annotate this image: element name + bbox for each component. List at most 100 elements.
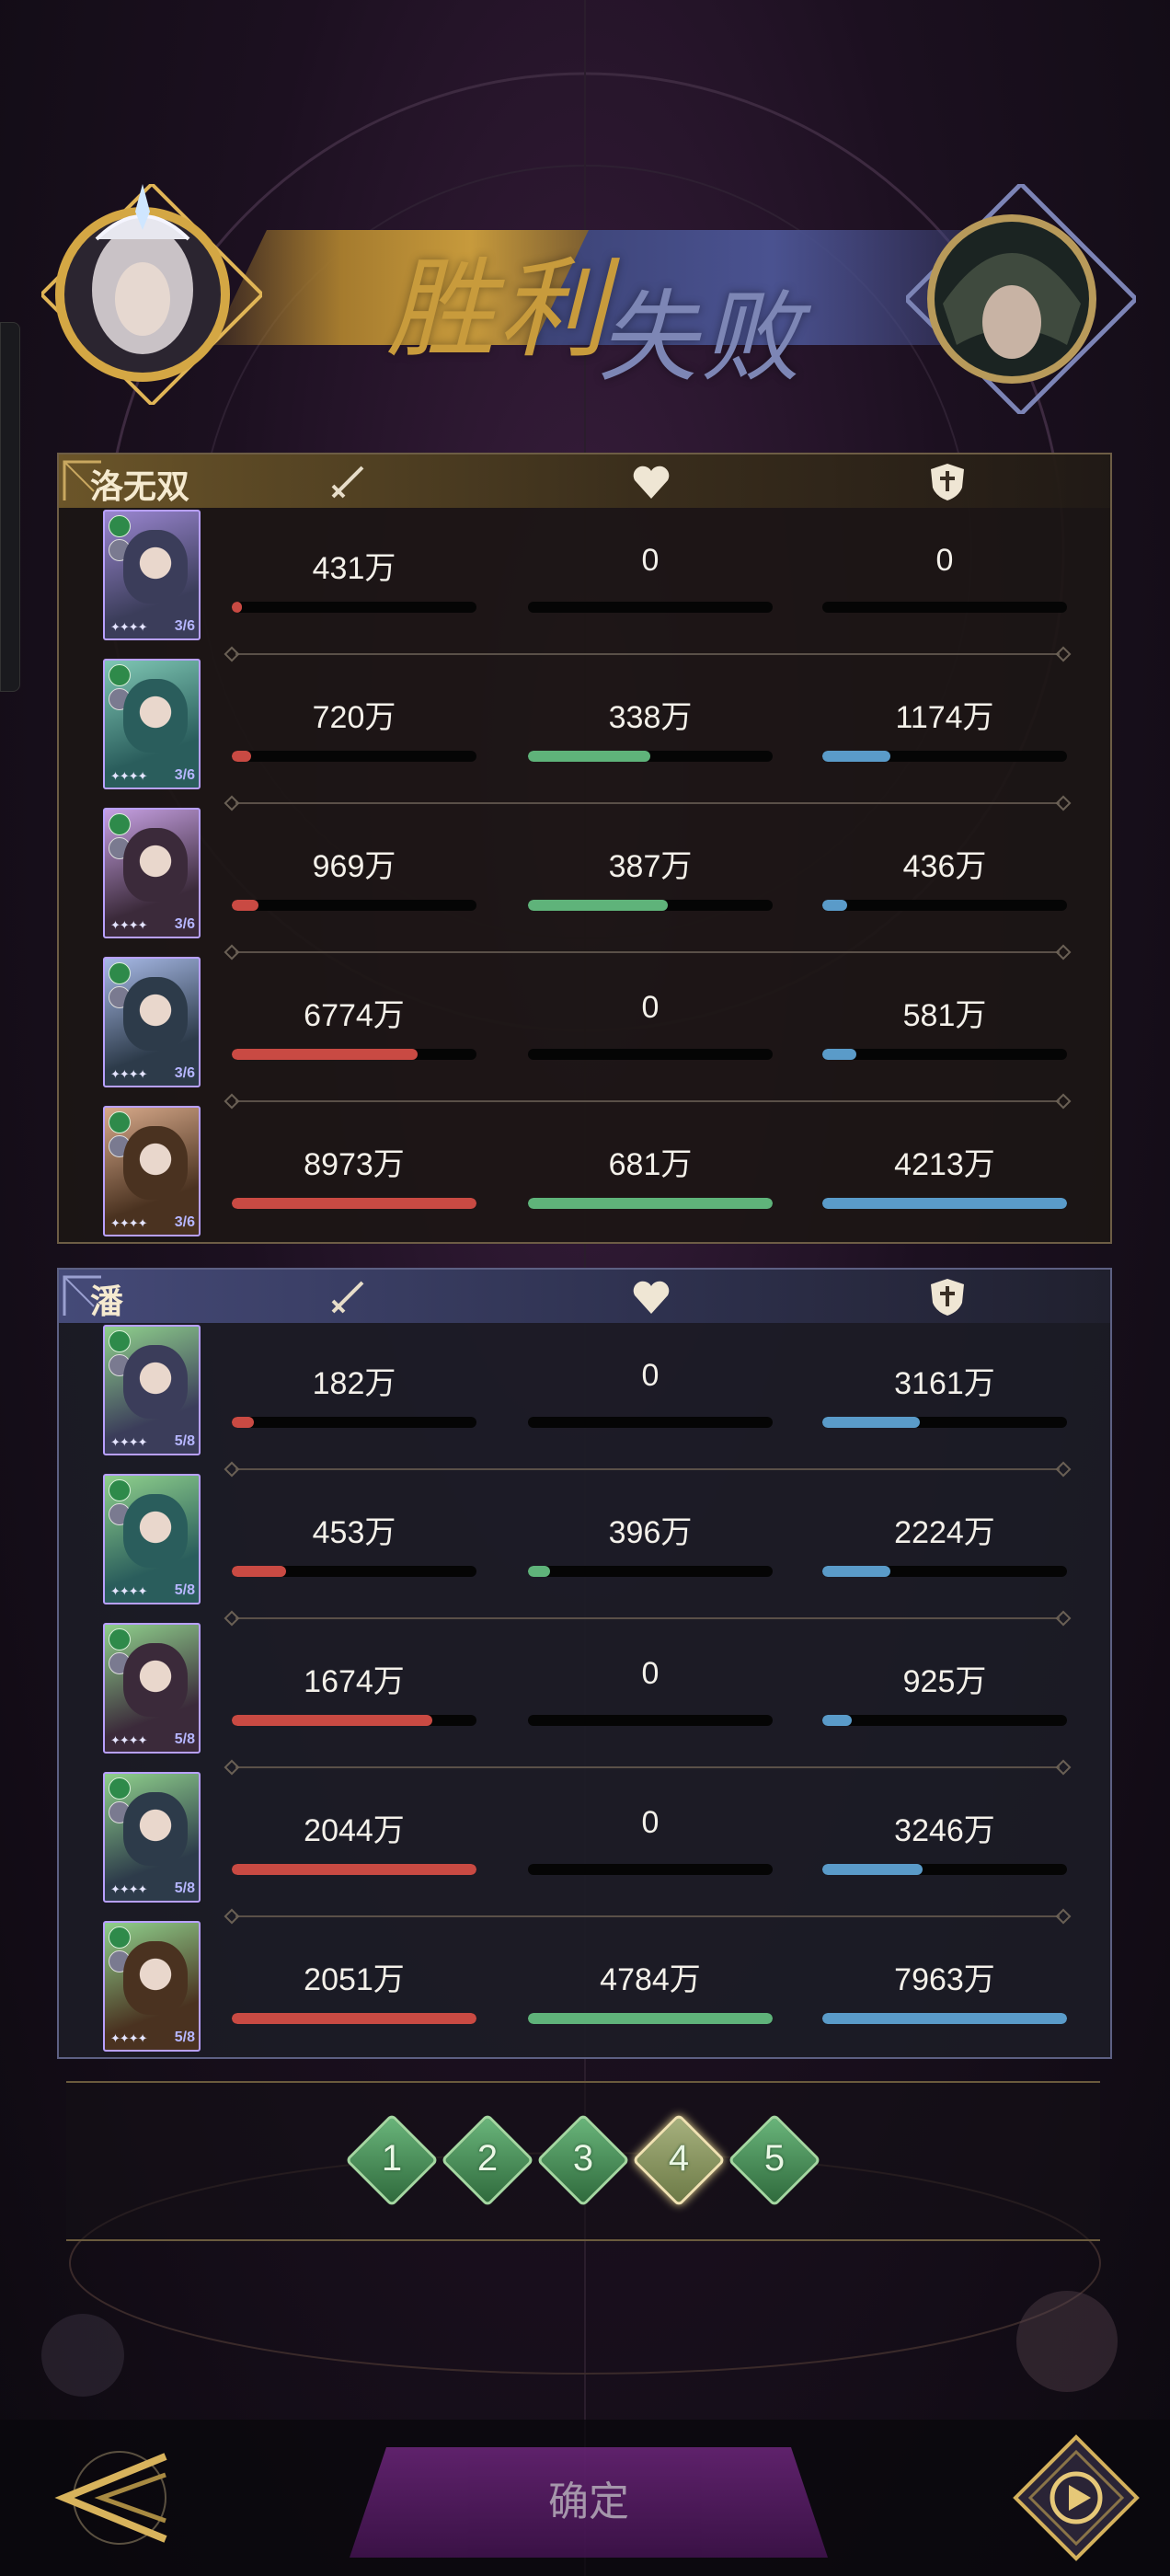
row-divider	[235, 1468, 1060, 1470]
hero-card[interactable]: ✦✦✦✦ 5/8	[103, 1325, 201, 1455]
element-icon	[109, 1926, 131, 1949]
heal-value: 0	[641, 543, 660, 578]
hero-card[interactable]: ✦✦✦✦ 3/6	[103, 659, 201, 789]
hero-card[interactable]: ✦✦✦✦ 3/6	[103, 808, 201, 938]
hero-stat-row[interactable]: ✦✦✦✦ 5/8 1674万 0 925万	[59, 1623, 1110, 1772]
tank-bar-fill	[822, 1049, 857, 1060]
damage-bar	[232, 1417, 476, 1428]
damage-bar	[232, 1715, 476, 1726]
heal-bar	[528, 900, 773, 911]
heart-icon	[633, 466, 670, 499]
hero-stat-row[interactable]: ✦✦✦✦ 5/8 453万 396万 2224万	[59, 1474, 1110, 1623]
star-rating-icon: ✦✦✦✦	[110, 769, 148, 783]
hero-stat-row[interactable]: ✦✦✦✦ 5/8 182万 0 3161万	[59, 1325, 1110, 1474]
hero-card[interactable]: ✦✦✦✦ 3/6	[103, 957, 201, 1087]
row-divider	[235, 1915, 1060, 1917]
damage-value: 182万	[312, 1366, 396, 1401]
tank-value: 3161万	[894, 1366, 995, 1401]
tank-bar-fill	[822, 1864, 923, 1875]
row-divider	[235, 653, 1060, 655]
heal-bar	[528, 1417, 773, 1428]
heal-bar-fill	[528, 1198, 773, 1209]
hero-card[interactable]: ✦✦✦✦ 5/8	[103, 1623, 201, 1754]
hero-stat-row[interactable]: ✦✦✦✦ 3/6 431万 0 0	[59, 510, 1110, 659]
back-arrow-icon[interactable]	[46, 2438, 184, 2558]
team-header: 洛无双	[59, 454, 1110, 508]
heal-value: 396万	[608, 1515, 693, 1550]
element-icon	[109, 1111, 131, 1133]
damage-value: 2051万	[304, 1962, 405, 1997]
heal-value: 387万	[608, 849, 693, 884]
damage-value: 8973万	[304, 1147, 405, 1182]
star-rating-icon: ✦✦✦✦	[110, 1435, 148, 1449]
round-number: 5	[763, 2138, 786, 2179]
element-icon	[109, 813, 131, 835]
heal-value: 0	[641, 1358, 660, 1393]
player-name: 潘	[90, 1282, 124, 1321]
heal-value: 681万	[608, 1147, 693, 1182]
damage-bar	[232, 900, 476, 911]
heal-bar	[528, 1715, 773, 1726]
hero-card[interactable]: ✦✦✦✦ 5/8	[103, 1921, 201, 2052]
round-5-button[interactable]: 5	[728, 2113, 821, 2207]
damage-bar-fill	[232, 1198, 476, 1209]
damage-bar	[232, 751, 476, 762]
row-divider	[235, 1766, 1060, 1768]
hero-card[interactable]: ✦✦✦✦ 3/6	[103, 1106, 201, 1236]
hero-stat-row[interactable]: ✦✦✦✦ 3/6 6774万 0 581万	[59, 957, 1110, 1106]
hero-card[interactable]: ✦✦✦✦ 3/6	[103, 510, 201, 640]
player-name: 洛无双	[90, 467, 190, 506]
hero-stat-row[interactable]: ✦✦✦✦ 3/6 720万 338万 1174万	[59, 659, 1110, 808]
tank-bar	[822, 900, 1067, 911]
damage-bar	[232, 1566, 476, 1577]
round-3-button[interactable]: 3	[536, 2113, 630, 2207]
hero-stat-row[interactable]: ✦✦✦✦ 3/6 8973万 681万 4213万	[59, 1106, 1110, 1255]
replay-icon[interactable]	[1012, 2433, 1141, 2562]
hero-portrait	[123, 1643, 188, 1717]
row-divider	[235, 951, 1060, 953]
hero-level: 5/8	[174, 1731, 195, 1747]
damage-value: 2044万	[304, 1813, 405, 1848]
result-header: 胜利 失败	[0, 166, 1170, 414]
star-rating-icon: ✦✦✦✦	[110, 1584, 148, 1598]
hero-portrait	[123, 1345, 188, 1419]
hero-level: 3/6	[174, 1065, 195, 1081]
row-divider	[235, 1100, 1060, 1102]
tank-bar	[822, 1417, 1067, 1428]
tank-bar-fill	[822, 2013, 1067, 2024]
tank-bar	[822, 751, 1067, 762]
hero-portrait	[123, 977, 188, 1051]
element-icon	[109, 1628, 131, 1650]
round-1-button[interactable]: 1	[345, 2113, 439, 2207]
heal-value: 4784万	[600, 1962, 701, 1997]
hero-stat-row[interactable]: ✦✦✦✦ 5/8 2044万 0 3246万	[59, 1772, 1110, 1921]
team-panel-winner: 洛无双 ✦✦✦✦ 3/6 431万 0 0 ✦✦✦✦ 3/6 720万 338万…	[57, 453, 1112, 1244]
hero-portrait	[123, 1792, 188, 1866]
round-4-button[interactable]: 4	[632, 2113, 726, 2207]
round-number: 4	[668, 2138, 690, 2179]
damage-bar-fill	[232, 1417, 254, 1428]
heal-bar	[528, 2013, 773, 2024]
round-2-button[interactable]: 2	[441, 2113, 534, 2207]
confirm-button[interactable]: 确定	[350, 2447, 828, 2558]
loser-avatar[interactable]	[906, 184, 1136, 414]
hero-stat-row[interactable]: ✦✦✦✦ 5/8 2051万 4784万 7963万	[59, 1921, 1110, 2070]
tank-value: 925万	[902, 1664, 987, 1699]
heal-bar-fill	[528, 2013, 773, 2024]
heal-bar	[528, 1566, 773, 1577]
damage-bar-fill	[232, 751, 252, 762]
hero-portrait	[123, 1494, 188, 1568]
tank-value: 0	[935, 543, 954, 578]
hero-level: 5/8	[174, 1880, 195, 1896]
damage-bar-fill	[232, 900, 259, 911]
hero-level: 5/8	[174, 1433, 195, 1449]
hero-card[interactable]: ✦✦✦✦ 5/8	[103, 1772, 201, 1903]
tank-value: 1174万	[895, 700, 994, 735]
hero-stat-row[interactable]: ✦✦✦✦ 3/6 969万 387万 436万	[59, 808, 1110, 957]
winner-avatar[interactable]	[41, 184, 262, 405]
hero-card[interactable]: ✦✦✦✦ 5/8	[103, 1474, 201, 1604]
element-icon	[109, 1479, 131, 1501]
star-rating-icon: ✦✦✦✦	[110, 1733, 148, 1747]
damage-value: 969万	[312, 849, 396, 884]
team-header: 潘	[59, 1270, 1110, 1323]
